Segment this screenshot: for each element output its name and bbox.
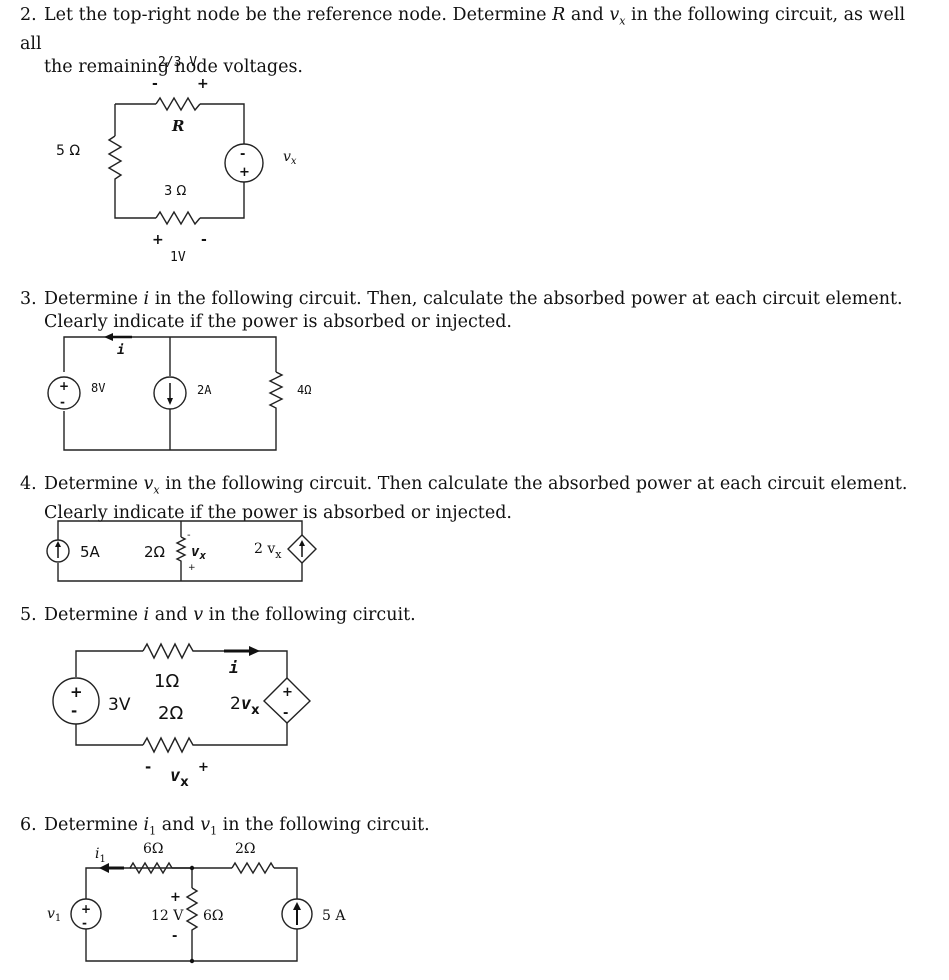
label-v1: v1: [47, 906, 61, 924]
label-6-ohm-top: 6Ω: [143, 841, 164, 857]
resistor-6-ohm-middle: [185, 887, 199, 940]
label-12v: 12 V: [151, 908, 184, 924]
sign-plus: +: [81, 902, 91, 916]
sign-plus: +: [170, 890, 181, 905]
label-5a: 5 A: [322, 908, 346, 924]
resistor-2-ohm: [231, 861, 275, 875]
label-i1: i1: [95, 846, 106, 865]
wire: [85, 867, 298, 962]
node-dot: [189, 958, 195, 964]
node-dot: [189, 865, 195, 871]
label-2-ohm: 2Ω: [235, 841, 256, 857]
sign-minus: -: [172, 929, 177, 944]
circuit-problem-6: i1 6Ω 2Ω + - v1 + - 12 V 6Ω 5 A: [47, 841, 346, 964]
label-6-ohm-middle: 6Ω: [203, 908, 224, 924]
sign-minus: -: [82, 916, 87, 930]
